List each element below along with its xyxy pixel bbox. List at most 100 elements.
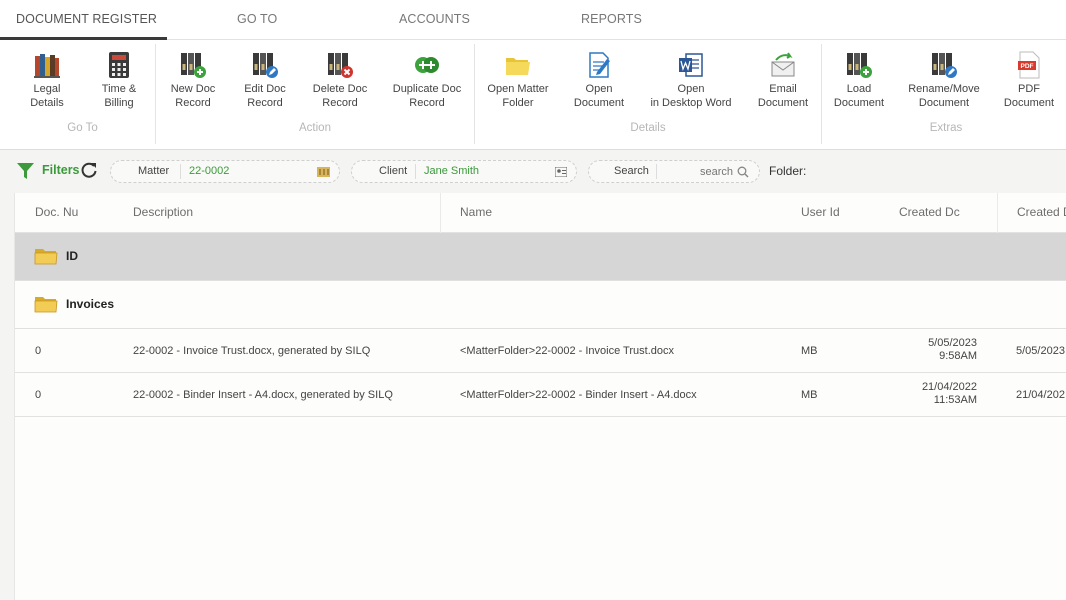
rename-move-document-button[interactable]: Rename/Move Document — [902, 50, 986, 110]
folder-label: Folder: — [769, 164, 807, 178]
binder-rename-icon — [932, 53, 957, 78]
column-header-created-date[interactable]: Created Dc — [899, 193, 961, 233]
cell-created-2: 5/05/2023 — [1016, 345, 1065, 357]
top-tab-bar: DOCUMENT REGISTER GO TO ACCOUNTS REPORTS — [0, 0, 1066, 40]
ribbon-separator — [474, 44, 475, 144]
open-in-desktop-word-button[interactable]: Open in Desktop Word — [644, 50, 738, 110]
binder-load-icon — [847, 53, 872, 78]
group-label: ID — [66, 249, 78, 263]
pdf-document-button[interactable]: PDF PDF Document — [999, 50, 1059, 110]
column-separator[interactable] — [997, 193, 998, 233]
cell-description: 22-0002 - Binder Insert - A4.docx, gener… — [133, 389, 393, 401]
table-row[interactable]: 0 22-0002 - Binder Insert - A4.docx, gen… — [15, 373, 1066, 417]
cell-created-date: 21/04/2022 11:53AM — [905, 381, 977, 407]
rename-move-document-label: Rename/Move Document — [908, 83, 980, 109]
created-date: 21/04/2022 — [921, 381, 977, 393]
load-document-button[interactable]: Load Document — [829, 50, 889, 110]
group-row-invoices[interactable]: Invoices — [15, 281, 1066, 329]
group-label-details: Details — [630, 122, 666, 134]
matter-lookup-icon[interactable] — [317, 167, 330, 177]
email-document-button[interactable]: Email Document — [752, 50, 814, 110]
ribbon-toolbar: Legal Details Time & Billing Go To New D… — [0, 40, 1066, 150]
refresh-icon[interactable] — [80, 161, 98, 179]
client-value: Jane Smith — [424, 165, 480, 177]
table-row[interactable]: 0 22-0002 - Invoice Trust.docx, generate… — [15, 329, 1066, 373]
matter-filter[interactable]: Matter 22-0002 — [110, 160, 340, 183]
group-label-action: Action — [299, 122, 331, 134]
client-label: Client — [379, 165, 408, 177]
search-filter[interactable]: Search — [588, 160, 760, 183]
tab-reports[interactable]: REPORTS — [581, 0, 642, 40]
folder-icon — [506, 58, 530, 75]
duplicate-doc-record-label: Duplicate Doc Record — [392, 83, 462, 109]
group-row-id[interactable]: ID — [15, 233, 1066, 281]
load-document-label: Load Document — [833, 83, 885, 109]
legal-details-label: Legal Details — [30, 83, 64, 109]
pdf-badge-text: PDF — [1021, 63, 1034, 70]
ribbon-separator — [155, 44, 156, 144]
delete-doc-record-label: Delete Doc Record — [312, 83, 368, 109]
open-document-button[interactable]: Open Document — [568, 50, 630, 110]
client-filter[interactable]: Client Jane Smith — [351, 160, 577, 183]
folder-icon — [34, 249, 58, 265]
column-separator[interactable] — [440, 193, 441, 233]
document-edit-icon — [589, 52, 610, 78]
contact-card-icon[interactable] — [555, 167, 567, 177]
folder-icon — [34, 297, 58, 313]
tab-go-to[interactable]: GO TO — [237, 0, 277, 40]
time-billing-label: Time & Billing — [101, 83, 137, 109]
binder-add-icon — [181, 53, 206, 78]
binder-edit-icon — [253, 53, 278, 78]
edit-doc-record-button[interactable]: Edit Doc Record — [236, 50, 294, 110]
duplicate-icon — [415, 57, 439, 73]
filters-label[interactable]: Filters — [42, 163, 80, 177]
filter-icon[interactable] — [17, 163, 34, 179]
search-input[interactable] — [663, 164, 733, 180]
matter-value: 22-0002 — [189, 165, 230, 177]
cell-created-date: 5/05/2023 9:58AM — [905, 337, 977, 363]
pill-divider — [656, 164, 657, 179]
cell-doc-no: 0 — [35, 345, 42, 357]
search-icon[interactable] — [737, 166, 749, 178]
word-icon — [679, 53, 703, 77]
pill-divider — [180, 164, 181, 179]
tab-accounts[interactable]: ACCOUNTS — [399, 0, 470, 40]
ribbon-separator — [821, 44, 822, 144]
column-header-doc-no[interactable]: Doc. Nu — [35, 193, 97, 233]
edit-doc-record-label: Edit Doc Record — [244, 83, 286, 109]
tab-document-register[interactable]: DOCUMENT REGISTER — [16, 0, 157, 40]
open-document-label: Open Document — [573, 83, 625, 109]
group-label-extras: Extras — [929, 122, 963, 134]
calculator-icon — [109, 52, 129, 78]
new-doc-record-button[interactable]: New Doc Record — [164, 50, 222, 110]
open-matter-folder-label: Open Matter Folder — [487, 83, 549, 109]
column-header-user-id[interactable]: User Id — [801, 193, 861, 233]
grid-header: Doc. Nu Description Name User Id Created… — [15, 193, 1066, 233]
new-doc-record-label: New Doc Record — [170, 83, 216, 109]
open-matter-folder-button[interactable]: Open Matter Folder — [482, 50, 554, 110]
pdf-document-label: PDF Document — [1003, 83, 1055, 109]
email-document-label: Email Document — [757, 83, 809, 109]
document-grid: Doc. Nu Description Name User Id Created… — [14, 193, 1066, 600]
column-header-description[interactable]: Description — [133, 193, 433, 233]
created-time: 9:58AM — [939, 350, 977, 362]
created-date: 5/05/2023 — [928, 337, 977, 349]
cell-description: 22-0002 - Invoice Trust.docx, generated … — [133, 345, 371, 357]
cell-user-id: MB — [801, 389, 818, 401]
column-header-created-2[interactable]: Created D — [1017, 193, 1066, 233]
delete-doc-record-button[interactable]: Delete Doc Record — [307, 50, 373, 110]
search-label: Search — [614, 165, 649, 177]
duplicate-doc-record-button[interactable]: Duplicate Doc Record — [386, 50, 468, 110]
column-header-name[interactable]: Name — [460, 193, 760, 233]
binder-delete-icon — [328, 53, 353, 78]
pdf-icon: PDF — [1018, 51, 1040, 79]
matter-label: Matter — [138, 165, 170, 177]
cell-name: <MatterFolder>22-0002 - Binder Insert - … — [460, 389, 697, 401]
cell-created-2: 21/04/202 — [1016, 389, 1065, 401]
group-label: Invoices — [66, 297, 115, 311]
created-time: 11:53AM — [933, 394, 977, 406]
email-send-icon — [771, 52, 795, 77]
time-billing-button[interactable]: Time & Billing — [90, 50, 148, 110]
legal-details-button[interactable]: Legal Details — [16, 50, 78, 110]
cell-doc-no: 0 — [35, 389, 42, 401]
